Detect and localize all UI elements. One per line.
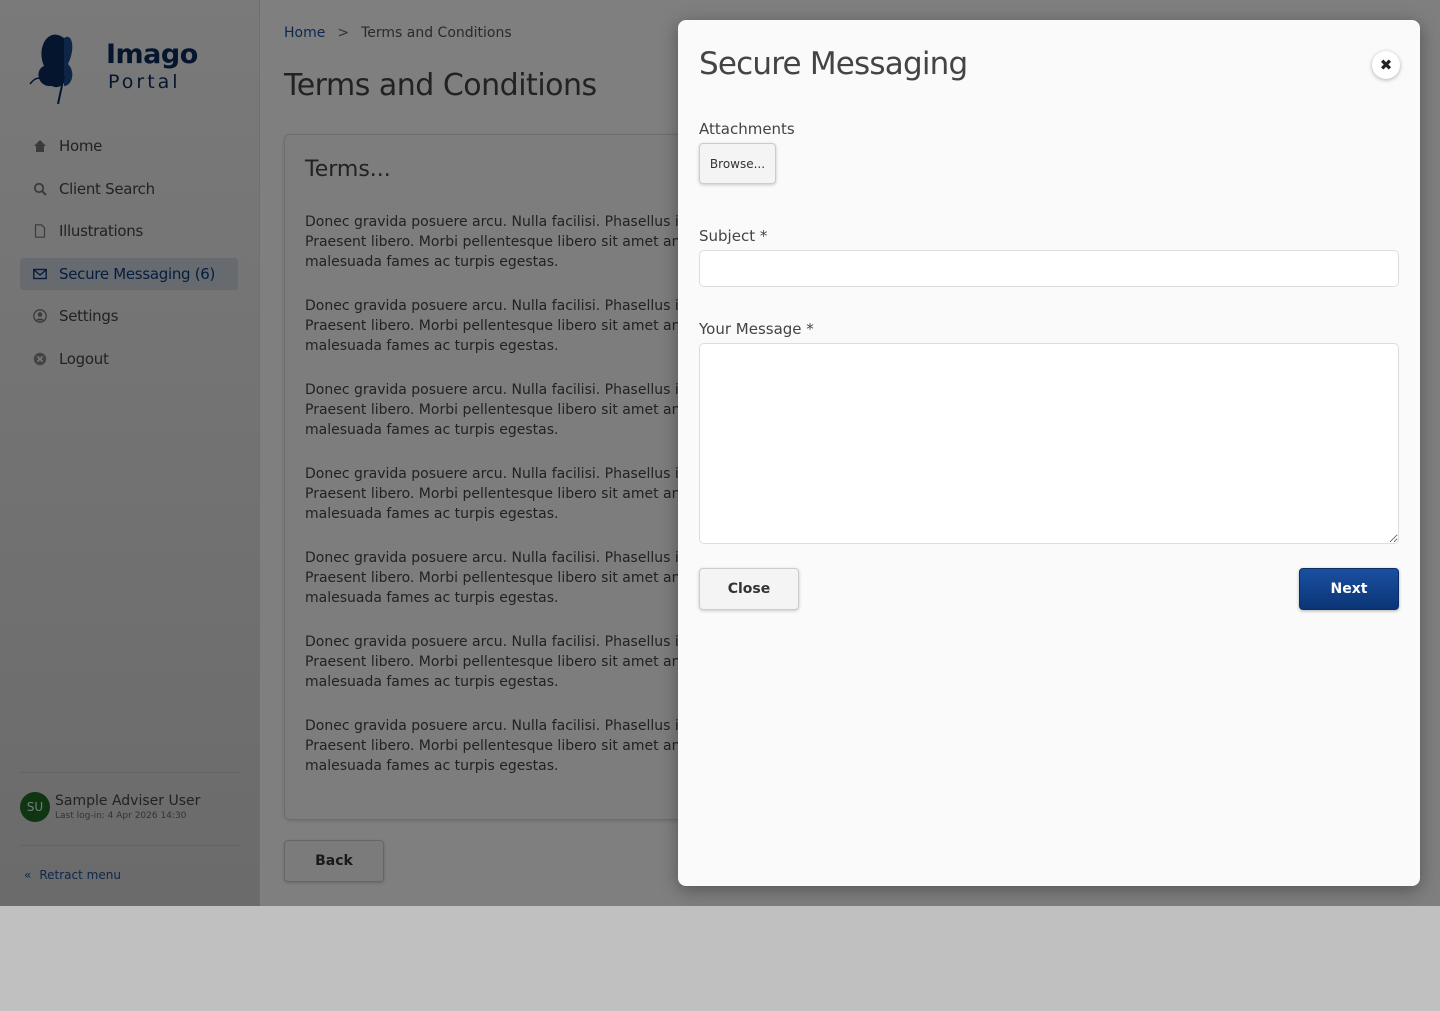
browse-button[interactable]: Browse... bbox=[699, 143, 776, 184]
secure-messaging-modal: Secure Messaging ✖ Attachments Browse...… bbox=[678, 20, 1420, 886]
modal-title: Secure Messaging bbox=[699, 46, 968, 82]
message-label: Your Message * bbox=[699, 320, 814, 338]
subject-label: Subject * bbox=[699, 227, 768, 245]
message-textarea[interactable] bbox=[699, 343, 1399, 544]
app-window: Imago Portal Home Client Search bbox=[0, 0, 1440, 906]
subject-input[interactable] bbox=[699, 250, 1399, 287]
attachments-label: Attachments bbox=[699, 120, 795, 138]
close-button[interactable]: Close bbox=[699, 568, 799, 610]
modal-close-icon[interactable]: ✖ bbox=[1372, 51, 1400, 79]
next-button[interactable]: Next bbox=[1299, 568, 1399, 610]
